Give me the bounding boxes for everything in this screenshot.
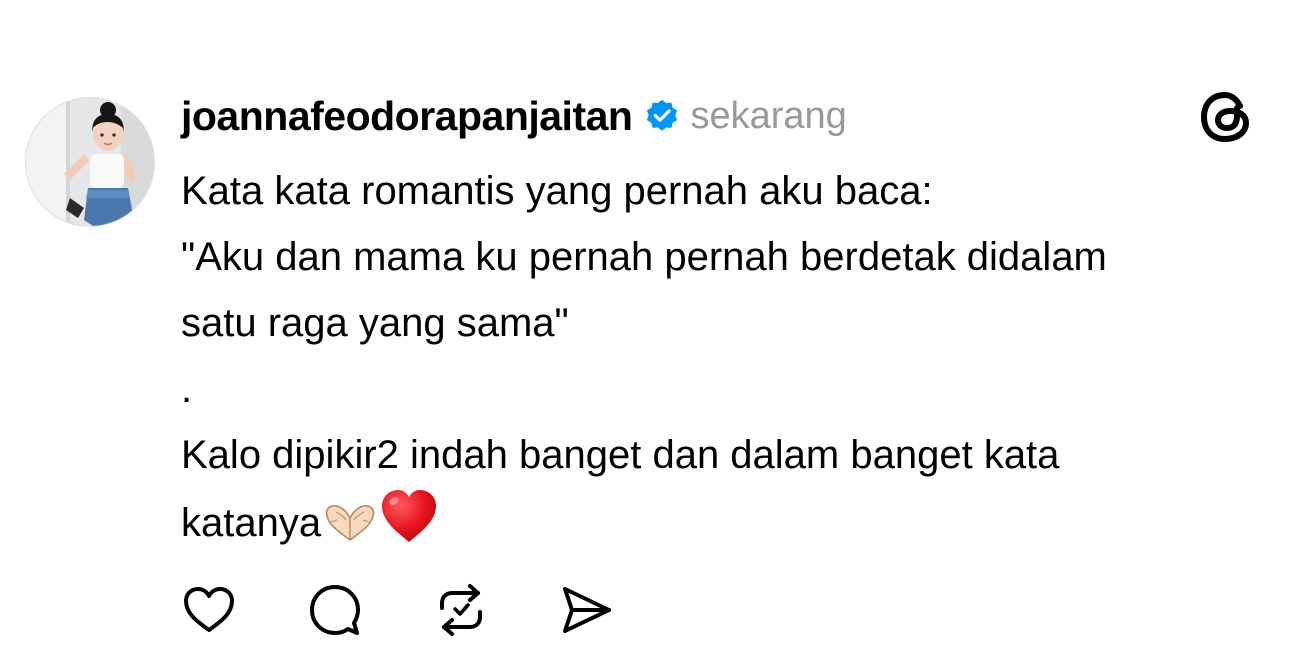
- post-header: joannafeodorapanjaitan sekarang: [181, 90, 847, 142]
- post-text-line: Kalo dipikir2 indah banget dan dalam ban…: [181, 433, 1060, 477]
- avatar[interactable]: [25, 97, 155, 227]
- repost-icon: [440, 584, 482, 636]
- send-icon: [563, 587, 611, 633]
- post-text: Kata kata romantis yang pernah aku baca:…: [181, 158, 1271, 564]
- post-text-line: Kata kata romantis yang pernah aku baca:: [181, 169, 933, 213]
- post-text-last-line: katanya: [181, 488, 1271, 564]
- red-heart-emoji: [379, 488, 439, 564]
- thread-post: joannafeodorapanjaitan sekarang Kata kat…: [0, 0, 1290, 670]
- profile-photo: [26, 98, 154, 226]
- reply-button[interactable]: [307, 582, 363, 638]
- verified-badge-icon: [647, 99, 678, 131]
- comment-icon: [310, 585, 360, 635]
- heart-icon: [184, 587, 234, 632]
- heart-hands-emoji: [321, 498, 379, 564]
- post-text-line: satu raga yang sama": [181, 301, 569, 345]
- post-text-line: "Aku dan mama ku pernah pernah berdetak …: [181, 235, 1107, 279]
- post-actions: [181, 582, 615, 638]
- username[interactable]: joannafeodorapanjaitan: [181, 93, 633, 140]
- timestamp: sekarang: [690, 94, 847, 137]
- repost-button[interactable]: [433, 582, 489, 638]
- like-button[interactable]: [181, 582, 237, 638]
- post-text-line: katanya: [181, 501, 322, 545]
- threads-logo-icon[interactable]: [1199, 90, 1253, 144]
- share-button[interactable]: [559, 582, 615, 638]
- post-text-line: .: [181, 367, 193, 411]
